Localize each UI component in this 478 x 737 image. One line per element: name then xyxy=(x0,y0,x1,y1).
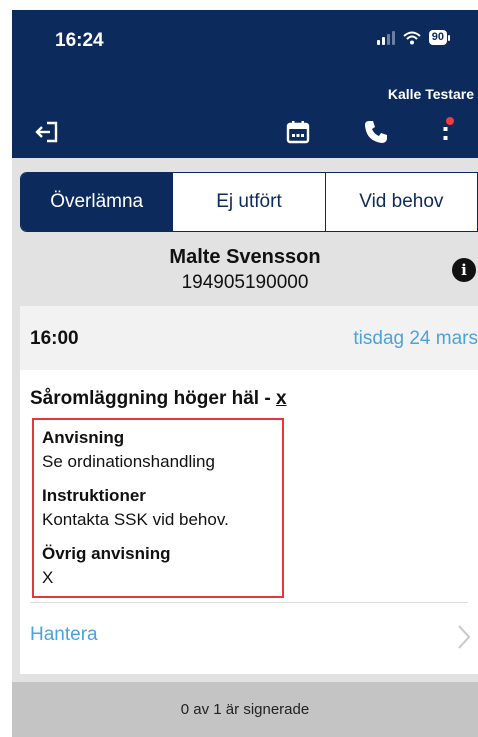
tab-ej-utfort[interactable]: Ej utfört xyxy=(172,173,325,231)
instruction-box: Anvisning Se ordinationshandling Instruk… xyxy=(32,418,284,598)
divider xyxy=(30,602,468,603)
field-label-ovrig-anvisning: Övrig anvisning xyxy=(42,544,171,563)
field-label-instruktioner: Instruktioner xyxy=(42,486,146,505)
calendar-icon[interactable] xyxy=(282,116,314,148)
hantera-link[interactable]: Hantera xyxy=(30,624,98,646)
field-label-anvisning: Anvisning xyxy=(42,428,125,447)
system-icons: 90 xyxy=(376,30,450,45)
top-margin xyxy=(0,0,478,10)
field-value-anvisning: Se ordinationshandling xyxy=(42,452,215,471)
task-title: Såromläggning höger häl - x xyxy=(30,388,287,410)
logout-icon[interactable] xyxy=(32,116,64,148)
patient-id: 194905190000 xyxy=(181,272,309,293)
info-icon[interactable]: i xyxy=(452,258,476,282)
visit-date: tisdag 24 mars xyxy=(353,328,478,349)
task-title-text: Såromläggning höger häl - xyxy=(30,388,276,409)
tab-overlamna[interactable]: Överlämna xyxy=(21,173,173,231)
visit-time: 16:00 xyxy=(30,328,79,349)
tab-vid-behov[interactable]: Vid behov xyxy=(324,173,477,231)
phone-icon[interactable] xyxy=(360,116,392,148)
wifi-icon xyxy=(403,31,421,44)
field-value-ovrig-anvisning: X xyxy=(42,568,54,587)
more-icon[interactable] xyxy=(430,116,462,148)
tab-bar: Överlämna Ej utfört Vid behov xyxy=(20,172,478,232)
signed-status: 0 av 1 är signerade xyxy=(12,682,478,737)
user-name: Kalle Testare xyxy=(387,86,474,102)
status-time: 16:24 xyxy=(55,30,104,51)
toolbar xyxy=(12,106,478,158)
battery-icon: 90 xyxy=(428,30,450,45)
battery-level: 90 xyxy=(428,30,447,45)
notification-dot xyxy=(446,117,454,125)
chevron-right-icon[interactable] xyxy=(454,622,474,652)
visit-header: 16:00 tisdag 24 mars xyxy=(20,306,478,370)
main-content: Överlämna Ej utfört Vid behov Malte Sven… xyxy=(12,158,478,737)
patient-name: Malte Svensson xyxy=(169,246,321,268)
visit-card: 16:00 tisdag 24 mars Såromläggning höger… xyxy=(20,306,478,674)
signal-icon xyxy=(376,30,395,45)
task-title-suffix: x xyxy=(275,388,287,409)
field-value-instruktioner: Kontakta SSK vid behov. xyxy=(42,510,229,529)
